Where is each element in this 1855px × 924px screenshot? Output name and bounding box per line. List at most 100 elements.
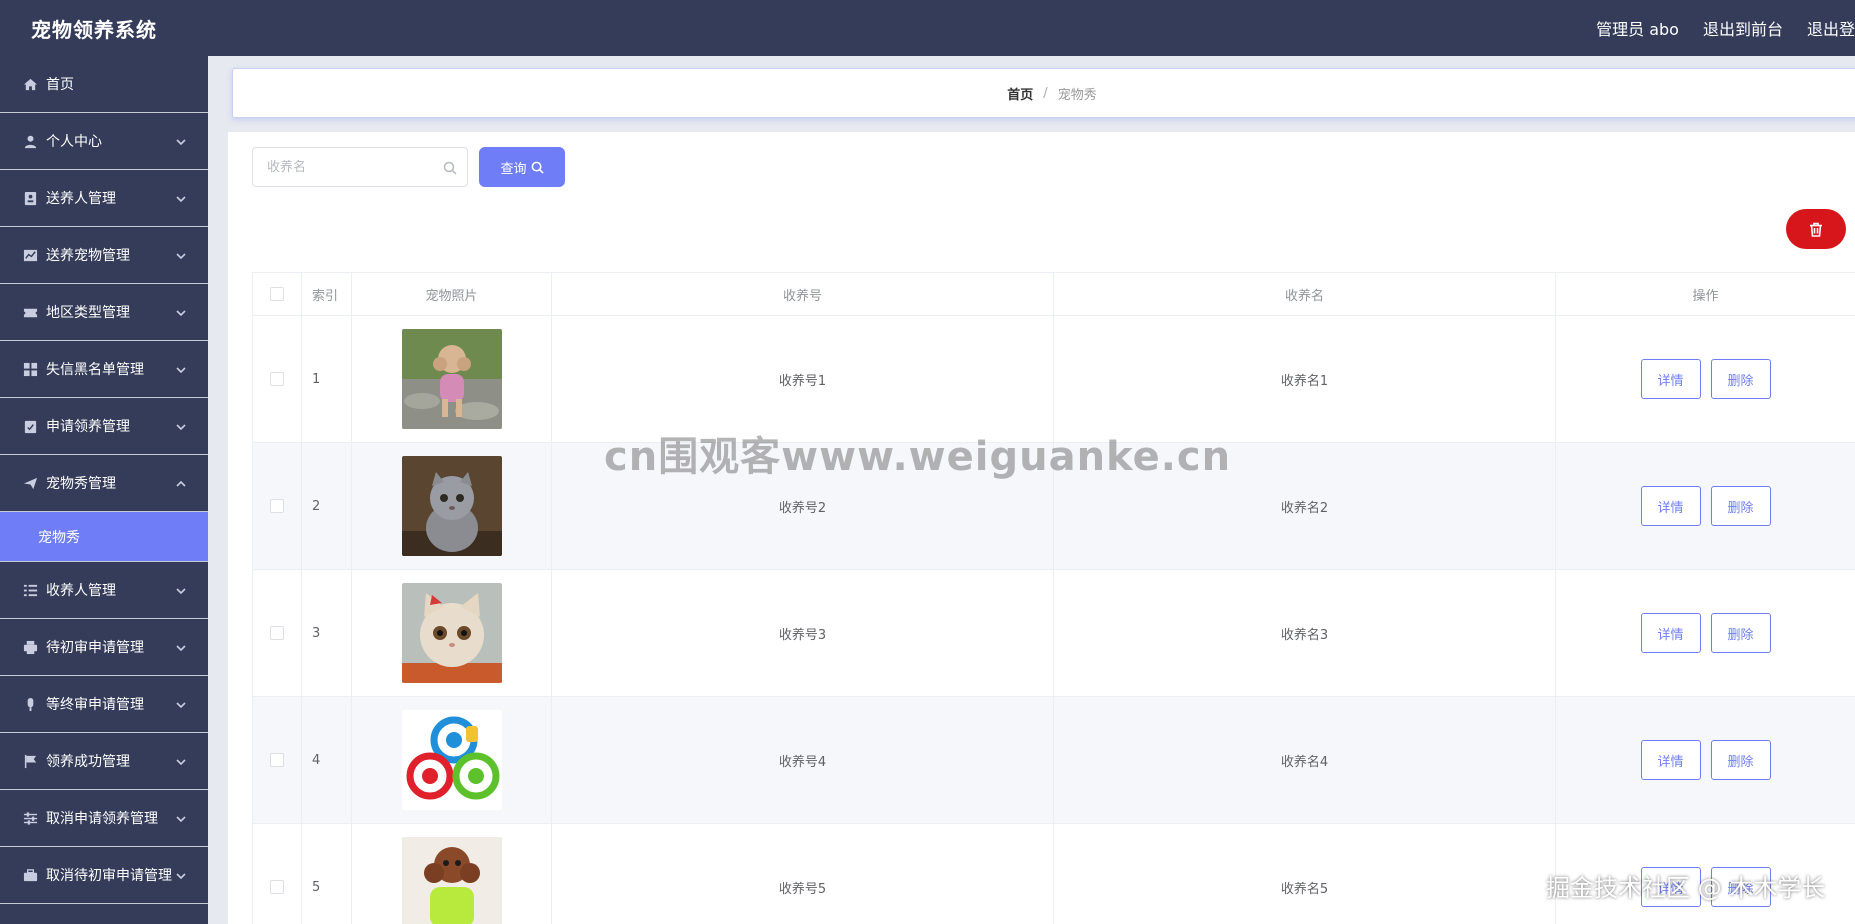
table-row: 4 收养号4 收养名4 详情 删除	[252, 697, 1855, 824]
row-checkbox[interactable]	[270, 372, 284, 386]
sidebar-item-region-mgmt[interactable]: 地区类型管理	[0, 284, 208, 341]
sidebar-item-adopter-mgmt[interactable]: 收养人管理	[0, 562, 208, 619]
detail-button[interactable]: 详情	[1640, 613, 1701, 653]
row-adopt-name: 收养名5	[1054, 824, 1556, 924]
sidebar-item-personal-center[interactable]: 个人中心	[0, 113, 208, 170]
header-photo: 宠物照片	[352, 273, 552, 315]
row-checkbox[interactable]	[270, 753, 284, 767]
header-adopt-name: 收养名	[1054, 273, 1556, 315]
delete-button[interactable]: 删除	[1710, 740, 1771, 780]
row-checkbox-cell	[252, 824, 302, 924]
row-actions: 详情 删除	[1556, 697, 1855, 823]
query-button[interactable]: 查询	[479, 147, 565, 187]
chart-icon	[22, 247, 38, 263]
sidebar-subitem-pet-show[interactable]: 宠物秀	[0, 512, 208, 562]
table-row: 3 收养号3 收养名3 详情 删除	[252, 570, 1855, 697]
header-checkbox-cell	[252, 273, 302, 315]
row-photo-cell	[352, 824, 552, 924]
breadcrumb: 首页 / 宠物秀	[232, 68, 1855, 118]
row-checkbox[interactable]	[270, 626, 284, 640]
row-photo-cell	[352, 443, 552, 569]
batch-delete-button[interactable]	[1786, 209, 1846, 249]
delete-button[interactable]: 删除	[1710, 359, 1771, 399]
sidebar-item-pet-show-mgmt[interactable]: 宠物秀管理	[0, 455, 208, 512]
top-right-menu: 管理员 abo 退出到前台 退出登	[1596, 16, 1855, 40]
sidebar: 首页 个人中心 送养人管理 送养宠物管理 地区类型管理 失信黑名单管理 申请领养…	[0, 56, 208, 924]
cream-kitten-image[interactable]	[401, 583, 502, 683]
detail-button[interactable]: 详情	[1640, 359, 1701, 399]
chevron-down-icon	[176, 584, 186, 595]
delete-button[interactable]: 删除	[1710, 486, 1771, 526]
admin-label: 管理员 abo	[1596, 20, 1679, 39]
trash-icon	[1810, 222, 1822, 237]
detail-button[interactable]: 详情	[1640, 740, 1701, 780]
sidebar-item-adopt-success-mgmt[interactable]: 领养成功管理	[0, 733, 208, 790]
sidebar-item-cancel-first-review-mgmt[interactable]: 取消待初审申请管理	[0, 847, 208, 904]
sidebar-item-label: 送养宠物管理	[46, 248, 130, 264]
grid-icon	[22, 361, 38, 377]
chevron-down-icon	[176, 698, 186, 709]
sidebar-item-cancel-apply-mgmt[interactable]: 取消申请领养管理	[0, 790, 208, 847]
sidebar-item-first-review-mgmt[interactable]: 待初审申请管理	[0, 619, 208, 676]
sidebar-item-adopt-apply-mgmt[interactable]: 申请领养管理	[0, 398, 208, 455]
row-actions: 详情 删除	[1556, 443, 1855, 569]
row-checkbox-cell	[252, 697, 302, 823]
center-watermark: cn围观客www.weiguanke.cn	[604, 434, 1232, 480]
mic-icon	[22, 696, 38, 712]
row-index: 3	[302, 570, 352, 696]
row-checkbox[interactable]	[270, 880, 284, 894]
search-input[interactable]	[267, 159, 437, 175]
poodle-dog-image[interactable]	[401, 329, 502, 429]
sidebar-item-sender-mgmt[interactable]: 送养人管理	[0, 170, 208, 227]
select-all-checkbox[interactable]	[270, 287, 284, 301]
printer-icon	[22, 639, 38, 655]
chevron-down-icon	[176, 249, 186, 260]
sidebar-item-home[interactable]: 首页	[0, 56, 208, 113]
table-header-row: 索引 宠物照片 收养号 收养名 操作	[252, 272, 1855, 316]
row-adopt-no: 收养号3	[552, 570, 1054, 696]
brown-poodle-image[interactable]	[401, 837, 502, 924]
sidebar-item-pet-mgmt[interactable]: 送养宠物管理	[0, 227, 208, 284]
breadcrumb-home[interactable]: 首页	[1007, 84, 1033, 103]
query-button-label: 查询	[500, 161, 527, 177]
chevron-down-icon	[176, 192, 186, 203]
chevron-down-icon	[176, 420, 186, 431]
sidebar-item-label: 首页	[46, 77, 74, 93]
detail-button[interactable]: 详情	[1640, 486, 1701, 526]
row-checkbox[interactable]	[270, 499, 284, 513]
delete-button[interactable]: 删除	[1710, 613, 1771, 653]
row-index: 2	[302, 443, 352, 569]
header-index: 索引	[302, 273, 352, 315]
row-actions: 详情 删除	[1556, 570, 1855, 696]
row-index: 4	[302, 697, 352, 823]
list-icon	[22, 582, 38, 598]
sidebar-item-label: 取消申请领养管理	[46, 811, 158, 827]
chevron-down-icon	[176, 641, 186, 652]
row-checkbox-cell	[252, 316, 302, 442]
row-adopt-no: 收养号5	[552, 824, 1054, 924]
sidebar-item-label: 待初审申请管理	[46, 640, 144, 656]
row-actions: 详情 删除	[1556, 316, 1855, 442]
sidebar-item-blacklist-mgmt[interactable]: 失信黑名单管理	[0, 341, 208, 398]
search-icon	[531, 161, 544, 174]
user-icon	[22, 133, 38, 149]
briefcase-icon	[22, 867, 38, 883]
breadcrumb-separator: /	[1043, 85, 1048, 101]
grey-kitten-image[interactable]	[401, 456, 502, 556]
flag-icon	[22, 753, 38, 769]
search-input-wrapper	[252, 147, 468, 187]
chevron-up-icon	[176, 477, 186, 487]
header-adopt-no: 收养号	[552, 273, 1054, 315]
row-checkbox-cell	[252, 443, 302, 569]
chevron-down-icon	[176, 135, 186, 146]
row-adopt-no: 收养号4	[552, 697, 1054, 823]
chevron-down-icon	[176, 363, 186, 374]
exit-to-front-link[interactable]: 退出到前台	[1703, 16, 1783, 40]
pet-toy-balls-image[interactable]	[401, 710, 502, 810]
row-index: 1	[302, 316, 352, 442]
sidebar-item-label: 收养人管理	[46, 583, 116, 599]
row-photo-cell	[352, 316, 552, 442]
sidebar-item-final-review-mgmt[interactable]: 等终审申请管理	[0, 676, 208, 733]
logout-link[interactable]: 退出登	[1807, 16, 1855, 40]
sliders-icon	[22, 810, 38, 826]
